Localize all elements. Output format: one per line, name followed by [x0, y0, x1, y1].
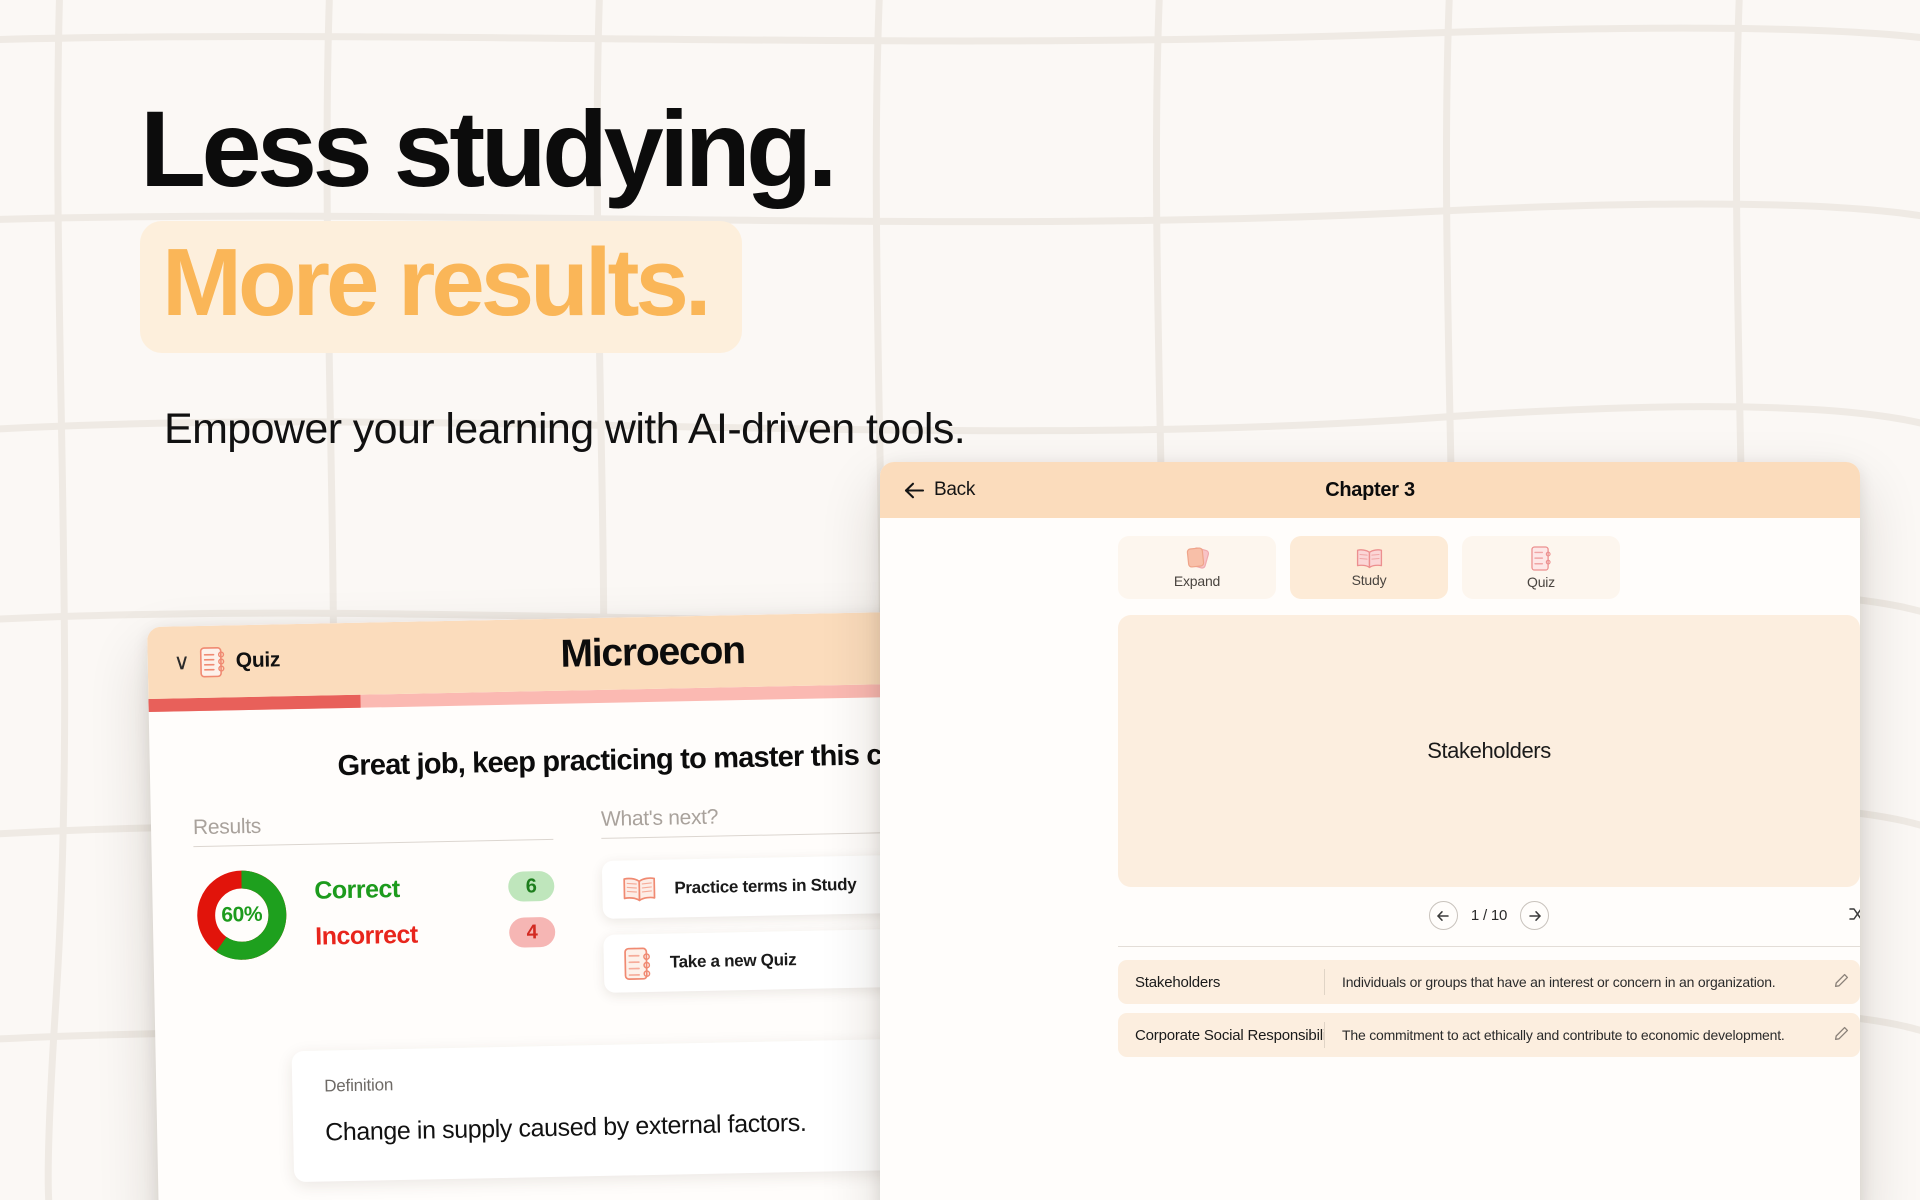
chapter-title: Chapter 3 — [1325, 478, 1415, 501]
study-mode-tabs: Expand Study Quiz — [1118, 536, 1860, 599]
headline-highlight-text: More results. — [162, 229, 712, 336]
flashcard-panel[interactable]: Stakeholders — [1118, 615, 1860, 887]
pencil-icon[interactable] — [1834, 1026, 1849, 1041]
glossary-definition: Individuals or groups that have an inter… — [1342, 974, 1776, 990]
arrow-right-circle-icon — [1528, 910, 1541, 921]
tab-study[interactable]: Study — [1290, 536, 1448, 599]
score-percent-label: 60% — [221, 902, 263, 927]
chevron-down-icon[interactable]: ∨ — [173, 649, 190, 674]
results-section-label: Results — [192, 808, 554, 848]
quiz-list-icon — [1530, 545, 1551, 571]
back-button[interactable]: Back — [904, 479, 975, 501]
next-card-button[interactable] — [1520, 901, 1550, 930]
incorrect-label: Incorrect — [314, 920, 418, 951]
page-title: Less studying. — [140, 88, 838, 209]
quiz-list-icon — [199, 646, 225, 677]
page-subtitle: Empower your learning with AI-driven too… — [164, 405, 966, 453]
flashcards-stack-icon — [1186, 547, 1210, 569]
chapter-study-card: Back Chapter 3 Expand Study Quiz Stakeho… — [880, 462, 1860, 1200]
incorrect-count-badge: 4 — [508, 916, 556, 948]
next-action-label: Take a new Quiz — [669, 950, 797, 972]
correct-count-badge: 6 — [507, 870, 555, 902]
tab-quiz[interactable]: Quiz — [1462, 536, 1620, 599]
next-action-label: Practice terms in Study — [674, 874, 857, 898]
score-donut-chart: 60% — [194, 867, 290, 963]
stat-row-correct: Correct 6 — [314, 870, 555, 906]
tab-label: Study — [1351, 571, 1387, 588]
card-count-label: 1 / 10 — [1470, 907, 1508, 924]
correct-label: Correct — [314, 874, 401, 905]
quiz-list-icon — [624, 947, 651, 980]
glossary-term: Stakeholders — [1135, 973, 1221, 991]
arrow-left-circle-icon — [1437, 910, 1450, 921]
flashcard-pager: 1 / 10 — [1118, 901, 1860, 930]
back-label: Back — [934, 479, 976, 500]
open-book-icon — [623, 877, 656, 902]
glossary-definition: The commitment to act ethically and cont… — [1342, 1027, 1785, 1043]
table-row[interactable]: Corporate Social Responsibility The comm… — [1118, 1013, 1860, 1057]
chapter-sidebar-rail — [880, 518, 1118, 1200]
headline-highlight: More results. — [140, 221, 742, 353]
table-row[interactable]: Stakeholders Individuals or groups that … — [1118, 960, 1860, 1004]
arrow-left-icon — [904, 482, 925, 498]
previous-card-button[interactable] — [1428, 901, 1458, 930]
chapter-card-header: Back Chapter 3 — [880, 462, 1860, 518]
stat-row-incorrect: Incorrect 4 — [314, 916, 556, 952]
glossary-term: Corporate Social Responsibility — [1135, 1026, 1324, 1044]
pencil-icon[interactable] — [1834, 973, 1849, 988]
tab-label: Quiz — [1527, 573, 1555, 590]
flashcard-term: Stakeholders — [1427, 738, 1551, 763]
hero-copy: Less studying. More results. Empower you… — [140, 88, 966, 454]
tab-label: Expand — [1173, 573, 1221, 589]
quiz-mode-label: Quiz — [235, 648, 281, 673]
shuffle-icon[interactable] — [1848, 905, 1860, 923]
open-book-icon — [1356, 548, 1382, 568]
tab-expand[interactable]: Expand — [1118, 536, 1276, 599]
glossary-table: Stakeholders Individuals or groups that … — [1118, 946, 1860, 1057]
